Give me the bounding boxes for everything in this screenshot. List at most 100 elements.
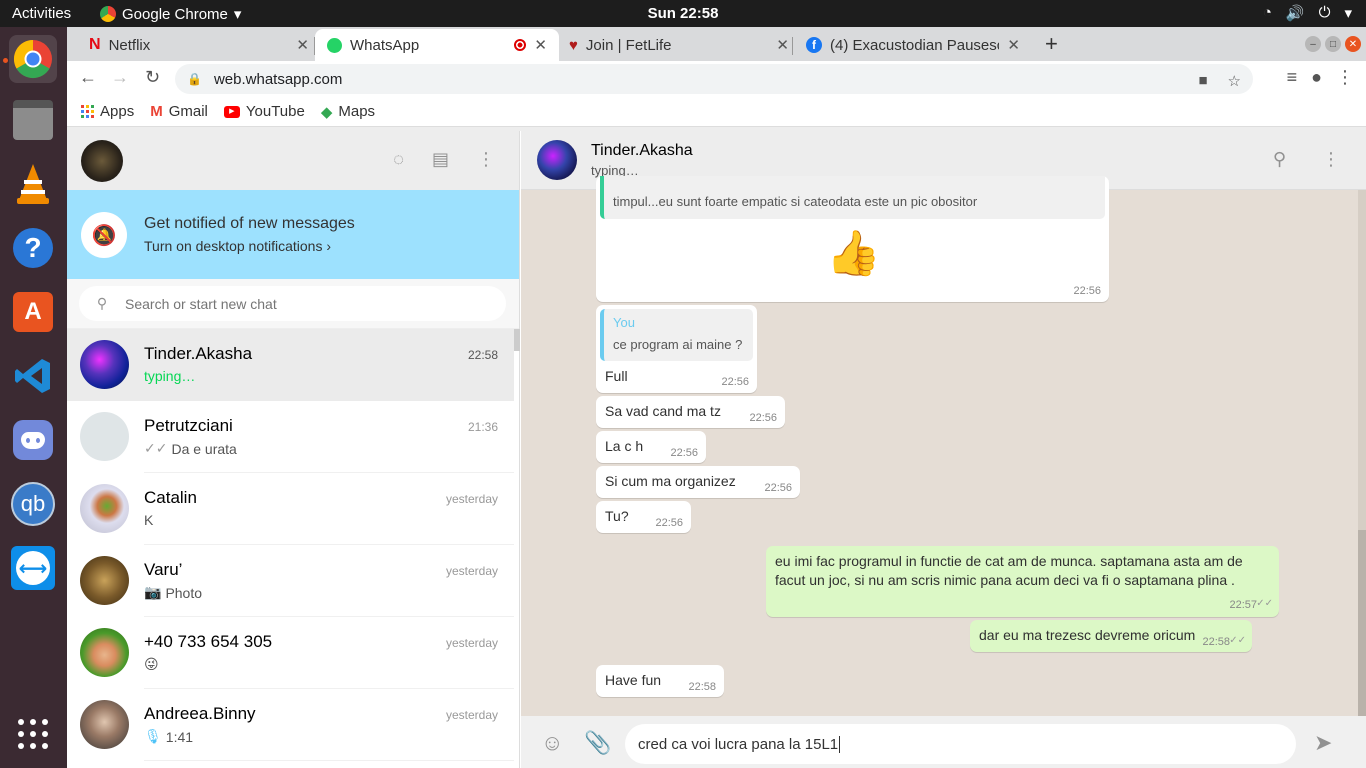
attach-icon[interactable]: 📎 xyxy=(584,730,611,756)
message-text: Full xyxy=(605,368,628,384)
avatar[interactable] xyxy=(537,140,577,180)
conversation-panel: Tinder.Akasha typing… ⚲ ⋮ timpul...eu su… xyxy=(521,131,1366,768)
profile-icon[interactable]: ● xyxy=(1311,67,1322,88)
conversation-scrollbar[interactable] xyxy=(1358,190,1366,716)
close-icon[interactable]: ✕ xyxy=(1007,36,1020,54)
chrome-icon xyxy=(100,6,116,22)
chat-item-petrutzciani[interactable]: Petrutzciani 21:36 ✓✓ Da e urata xyxy=(67,401,514,473)
whatsapp-app: ◌ ▤ ⋮ 🔕 Get notified of new messages Tur… xyxy=(67,131,1366,768)
browser-toolbar: ← → ↻ 🔒 web.whatsapp.com ■ ☆ ≡ ● ⋮ xyxy=(67,61,1366,97)
close-icon[interactable]: ✕ xyxy=(776,36,789,54)
dock-software[interactable]: A xyxy=(9,288,57,336)
lock-icon: 🔒 xyxy=(187,72,202,86)
dock-teamviewer[interactable]: ⟷ xyxy=(9,544,57,592)
chat-item-phone-number[interactable]: +40 733 654 305 yesterday 😜 xyxy=(67,617,514,689)
tab-whatsapp[interactable]: WhatsApp ✕ xyxy=(315,29,559,61)
chat-item-tinder-akasha[interactable]: Tinder.Akasha 22:58 typing… xyxy=(67,329,514,401)
dock-show-apps[interactable] xyxy=(9,710,57,758)
message-text: dar eu ma trezesc devreme oricum xyxy=(979,627,1196,643)
close-icon[interactable]: ✕ xyxy=(534,36,547,54)
scrollbar-thumb[interactable] xyxy=(1358,530,1366,716)
chat-preview-text: 😜 xyxy=(144,656,159,672)
app-grid-icon xyxy=(18,719,48,749)
bookmark-label: Gmail xyxy=(168,103,208,120)
message-outgoing[interactable]: dar eu ma trezesc devreme oricum 22:58 ✓… xyxy=(970,620,1252,652)
chat-item-andreea-binny[interactable]: Andreea.Binny yesterday 🎙 1:41 xyxy=(67,689,514,761)
double-check-icon: ✓✓ xyxy=(1229,635,1246,646)
message-incoming[interactable]: La c h 22:56 xyxy=(596,431,706,463)
app-menu[interactable]: Google Chrome ▾ xyxy=(100,5,241,23)
new-chat-icon[interactable]: ▤ xyxy=(432,149,449,170)
chat-preview-text: 1:41 xyxy=(165,728,194,745)
dock-files[interactable] xyxy=(9,96,57,144)
dock-help[interactable]: ? xyxy=(9,224,57,272)
back-button[interactable]: ← xyxy=(79,67,97,88)
tab-netflix[interactable]: N Netflix ✕ xyxy=(77,29,321,61)
dock-discord[interactable] xyxy=(9,416,57,464)
bookmark-gmail[interactable]: M Gmail xyxy=(150,103,208,120)
chat-name: Andreea.Binny xyxy=(144,704,256,723)
chat-name: +40 733 654 305 xyxy=(144,632,273,651)
avatar[interactable] xyxy=(81,140,123,182)
send-icon[interactable]: ➤ xyxy=(1314,730,1332,756)
search-input[interactable] xyxy=(125,295,485,312)
bookmark-apps[interactable]: Apps xyxy=(81,103,134,120)
reload-button[interactable]: ↻ xyxy=(145,67,160,88)
text-cursor xyxy=(839,735,841,753)
clock[interactable]: Sun 22:58 xyxy=(648,5,719,22)
message-incoming[interactable]: timpul...eu sunt foarte empatic si cateo… xyxy=(596,176,1109,302)
emoji-icon[interactable]: ☺ xyxy=(541,730,563,756)
message-incoming[interactable]: Tu? 22:56 xyxy=(596,501,691,533)
message-outgoing[interactable]: eu imi fac programul in functie de cat a… xyxy=(766,546,1279,617)
more-menu-icon[interactable]: ⋮ xyxy=(1336,67,1354,88)
dock-vscode[interactable] xyxy=(9,352,57,400)
contact-name: Tinder.Akasha xyxy=(591,142,693,159)
bookmark-maps[interactable]: ◆ Maps xyxy=(321,103,375,121)
message-incoming[interactable]: Sa vad cand ma tz 22:56 xyxy=(596,396,785,428)
star-icon[interactable]: ☆ xyxy=(1228,72,1241,90)
address-bar[interactable]: 🔒 web.whatsapp.com ■ ☆ xyxy=(175,64,1253,94)
status-icon[interactable]: ◌ xyxy=(393,149,404,170)
window-close-button[interactable]: ✕ xyxy=(1345,36,1361,52)
dock-vlc[interactable] xyxy=(9,160,57,208)
media-control-icon[interactable]: ≡ xyxy=(1287,67,1298,88)
new-tab-button[interactable]: + xyxy=(1045,31,1058,57)
menu-icon[interactable]: ⋮ xyxy=(477,149,495,170)
maximize-button[interactable]: □ xyxy=(1325,36,1341,52)
quoted-text: ce program ai maine ? xyxy=(613,337,743,352)
system-tray[interactable]: ◔ 🔊 ⏻ ▾ xyxy=(1263,4,1352,22)
close-icon[interactable]: ✕ xyxy=(296,36,309,54)
software-center-icon: A xyxy=(13,292,53,332)
toolbar-right: ≡ ● ⋮ xyxy=(1287,67,1354,88)
forward-button[interactable]: → xyxy=(111,67,129,88)
bookmark-youtube[interactable]: ▶ YouTube xyxy=(223,103,305,120)
message-input[interactable]: cred ca voi lucra pana la 15L1 xyxy=(625,724,1296,764)
vscode-icon xyxy=(15,359,50,393)
notify-title: Get notified of new messages xyxy=(144,215,355,232)
camera-icon[interactable]: ■ xyxy=(1198,72,1207,90)
message-time: 22:56 xyxy=(670,447,698,459)
activities-button[interactable]: Activities xyxy=(12,5,71,22)
quoted-message[interactable]: You ce program ai maine ? xyxy=(600,309,753,361)
menu-icon[interactable]: ⋮ xyxy=(1322,149,1340,170)
chat-item-catalin[interactable]: Catalin yesterday K xyxy=(67,473,514,545)
double-check-icon: ✓✓ xyxy=(144,440,168,456)
message-text-line: eu imi fac programul in functie de cat a… xyxy=(775,553,1243,569)
dock-chrome[interactable] xyxy=(9,35,57,83)
notify-link[interactable]: Turn on desktop notifications › xyxy=(144,238,331,254)
tab-facebook[interactable]: f (4) Exacustodian Pausescu ✕ xyxy=(794,29,1032,61)
sidebar-scrollbar[interactable] xyxy=(514,329,520,351)
chat-item-varu[interactable]: Varu’ yesterday 📷 Photo xyxy=(67,545,514,617)
message-incoming[interactable]: Si cum ma organizez 22:56 xyxy=(596,466,800,498)
search-icon[interactable]: ⚲ xyxy=(1273,149,1286,170)
message-incoming[interactable]: You ce program ai maine ? Full 22:56 xyxy=(596,305,757,393)
message-incoming[interactable]: Have fun 22:58 xyxy=(596,665,724,697)
dock-qbittorrent[interactable]: qb xyxy=(9,480,57,528)
qbittorrent-icon: qb xyxy=(11,482,55,526)
notification-banner[interactable]: 🔕 Get notified of new messages Turn on d… xyxy=(67,190,519,279)
url-text: web.whatsapp.com xyxy=(213,70,343,88)
minimize-button[interactable]: – xyxy=(1305,36,1321,52)
tab-fetlife[interactable]: ♥ Join | FetLife ✕ xyxy=(557,29,801,61)
chat-time: 21:36 xyxy=(467,420,498,434)
quoted-message[interactable]: timpul...eu sunt foarte empatic si cateo… xyxy=(600,176,1105,219)
